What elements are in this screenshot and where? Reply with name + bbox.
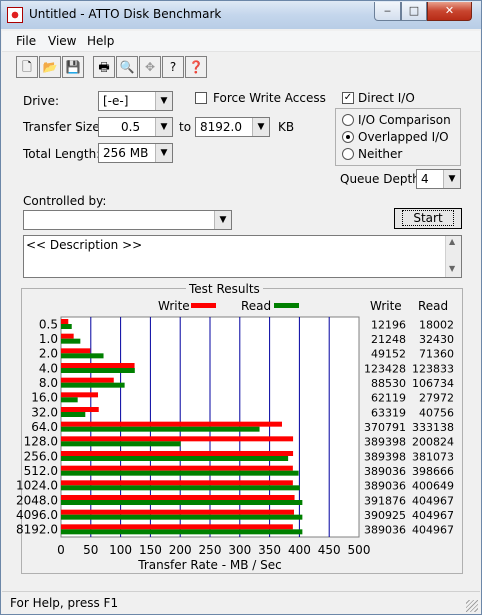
read-value: 398666 — [412, 465, 454, 478]
x-tick-label: 450 — [318, 543, 341, 557]
y-tick-label: 1024.0 — [16, 479, 58, 493]
y-tick-label: 256.0 — [24, 449, 58, 463]
write-value: 389036 — [364, 480, 406, 493]
write-bar — [61, 524, 293, 530]
read-value: 106734 — [412, 377, 454, 390]
read-bar — [61, 514, 303, 520]
write-bar — [61, 348, 91, 354]
write-bar — [61, 377, 114, 383]
write-value: 389036 — [364, 524, 406, 537]
write-bar — [61, 421, 282, 427]
read-value: 404967 — [412, 524, 454, 537]
y-tick-label: 8192.0 — [16, 523, 58, 537]
read-value: 381073 — [412, 450, 454, 463]
x-tick-label: 250 — [199, 543, 222, 557]
read-bar — [61, 529, 303, 535]
x-axis-label: Transfer Rate - MB / Sec — [137, 558, 281, 572]
write-value: 370791 — [364, 421, 406, 434]
read-bar — [61, 382, 125, 388]
x-tick-label: 200 — [169, 543, 192, 557]
write-value: 391876 — [364, 494, 406, 507]
write-bar — [61, 363, 135, 368]
write-value: 123428 — [364, 362, 406, 375]
read-value: 400649 — [412, 480, 454, 493]
x-tick-label: 400 — [288, 543, 311, 557]
write-value: 62119 — [371, 392, 406, 405]
read-value: 40756 — [419, 406, 454, 419]
write-value: 21248 — [371, 333, 406, 346]
write-bar — [61, 333, 74, 339]
write-bar — [61, 392, 99, 398]
read-value: 404967 — [412, 509, 454, 522]
write-value: 88530 — [371, 377, 406, 390]
write-value: 389398 — [364, 436, 406, 449]
write-bar — [61, 480, 293, 486]
x-tick-label: 0 — [57, 543, 65, 557]
write-bar — [61, 465, 293, 471]
read-value: 18002 — [419, 318, 454, 331]
write-value: 63319 — [371, 406, 406, 419]
resize-grip-icon[interactable] — [466, 600, 478, 612]
write-value: 389036 — [364, 465, 406, 478]
x-tick-label: 350 — [258, 543, 281, 557]
y-tick-label: 4096.0 — [16, 508, 58, 522]
y-tick-label: 512.0 — [24, 464, 58, 478]
read-value: 200824 — [412, 436, 454, 449]
read-bar — [61, 441, 181, 447]
write-bar — [61, 509, 294, 515]
x-tick-label: 300 — [228, 543, 251, 557]
y-tick-label: 8.0 — [39, 376, 58, 390]
write-bar — [61, 495, 295, 500]
read-bar — [61, 353, 104, 359]
write-value: 49152 — [371, 348, 406, 361]
y-tick-label: 32.0 — [31, 405, 58, 419]
x-tick-label: 100 — [109, 543, 132, 557]
y-tick-label: 2.0 — [39, 347, 58, 361]
read-bar — [61, 485, 300, 491]
read-value: 32430 — [419, 333, 454, 346]
write-bar — [61, 407, 99, 412]
read-bar — [61, 456, 289, 461]
write-bar — [61, 436, 294, 442]
x-tick-label: 150 — [139, 543, 162, 557]
read-value: 333138 — [412, 421, 454, 434]
y-tick-label: 1.0 — [39, 332, 58, 346]
x-tick-label: 50 — [83, 543, 98, 557]
write-value: 389398 — [364, 450, 406, 463]
read-value: 71360 — [419, 348, 454, 361]
read-bar — [61, 412, 86, 417]
read-bar — [61, 397, 78, 403]
read-value: 123833 — [412, 362, 454, 375]
read-bar — [61, 500, 303, 505]
write-bar — [61, 451, 294, 456]
y-tick-label: 2048.0 — [16, 493, 58, 507]
y-tick-label: 16.0 — [31, 391, 58, 405]
read-bar — [61, 426, 260, 432]
read-bar — [61, 338, 81, 344]
write-value: 390925 — [364, 509, 406, 522]
status-text: For Help, press F1 — [10, 596, 119, 610]
y-tick-label: 128.0 — [24, 435, 58, 449]
y-tick-label: 4.0 — [39, 361, 58, 375]
read-value: 404967 — [412, 494, 454, 507]
read-bar — [61, 470, 299, 476]
transfer-rate-chart: 0 50 100 150 200 250 300 350 400 450 500 Transfer R… — [16, 316, 454, 572]
read-value: 27972 — [419, 392, 454, 405]
status-bar: For Help, press F1 — [2, 591, 480, 614]
read-bar — [61, 324, 72, 329]
y-tick-label: 64.0 — [31, 420, 58, 434]
read-bar — [61, 368, 135, 373]
write-value: 12196 — [371, 318, 406, 331]
write-bar — [61, 319, 69, 324]
y-tick-label: 0.5 — [39, 317, 58, 331]
x-tick-label: 500 — [348, 543, 371, 557]
app-window: Untitled - ATTO Disk Benchmark ‒ □ ✕ Fil… — [0, 0, 482, 615]
